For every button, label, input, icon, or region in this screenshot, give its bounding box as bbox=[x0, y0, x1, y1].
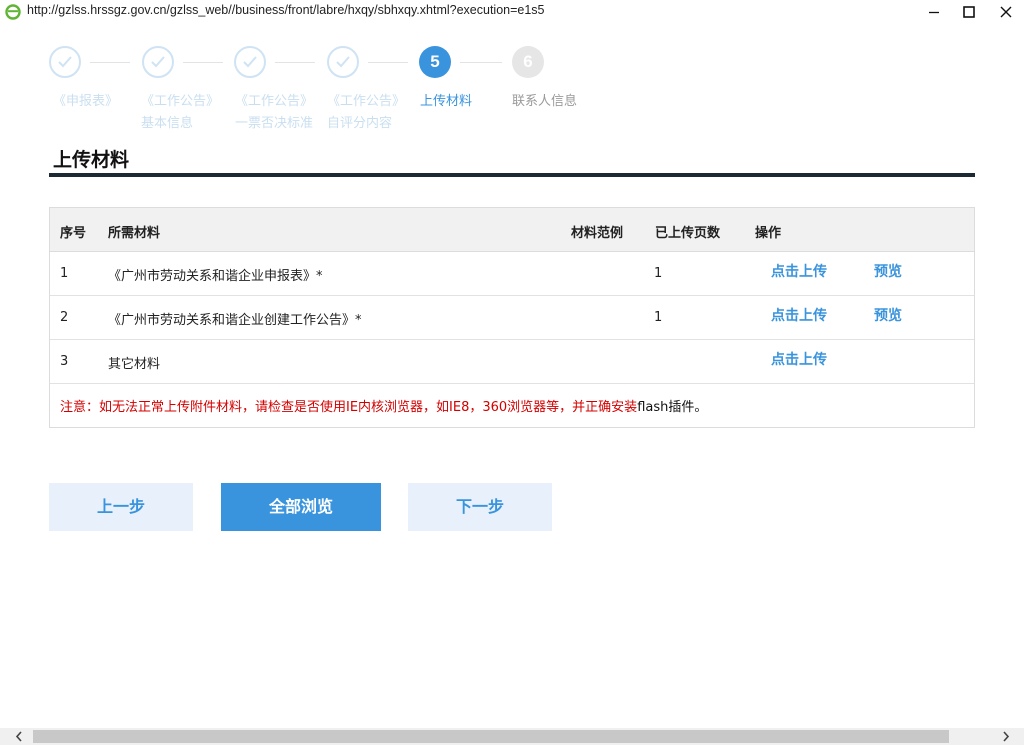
step-2-done bbox=[142, 46, 174, 78]
scroll-right-button[interactable] bbox=[997, 728, 1014, 745]
header-material: 所需材料 bbox=[108, 226, 161, 241]
check-icon bbox=[336, 56, 350, 68]
upload-link[interactable]: 点击上传 bbox=[771, 305, 827, 325]
chevron-left-icon bbox=[15, 731, 22, 742]
step-connector bbox=[183, 62, 223, 63]
close-button[interactable] bbox=[988, 0, 1024, 24]
step-5-active: 5 bbox=[419, 46, 451, 78]
step-6-pending: 6 bbox=[512, 46, 544, 78]
row-no: 1 bbox=[60, 266, 69, 281]
step-3-label: 《工作公告》 一票否决标准 bbox=[235, 94, 314, 131]
notice-text: 注意：如无法正常上传附件材料，请检查是否使用IE内核浏览器，如IE8，360浏览… bbox=[60, 400, 638, 415]
preview-link[interactable]: 预览 bbox=[874, 261, 902, 281]
section-title: 上传材料 bbox=[53, 149, 130, 171]
step-2-label: 《工作公告》 基本信息 bbox=[141, 94, 220, 131]
step-connector bbox=[368, 62, 408, 63]
table-header: 序号 所需材料 材料范例 已上传页数 操作 bbox=[50, 208, 974, 252]
step-connector bbox=[460, 62, 502, 63]
check-icon bbox=[151, 56, 165, 68]
maximize-button[interactable] bbox=[951, 0, 987, 24]
row-pages: 1 bbox=[654, 310, 663, 325]
upload-link[interactable]: 点击上传 bbox=[771, 349, 827, 369]
next-step-button[interactable]: 下一步 bbox=[408, 483, 552, 531]
scroll-left-button[interactable] bbox=[10, 728, 27, 745]
step-1-label: 《申报表》 bbox=[53, 94, 119, 109]
header-action: 操作 bbox=[755, 226, 782, 241]
step-3-done bbox=[234, 46, 266, 78]
row-pages: 1 bbox=[654, 266, 663, 281]
step-4-done bbox=[327, 46, 359, 78]
row-no: 3 bbox=[60, 354, 69, 369]
prev-step-button[interactable]: 上一步 bbox=[49, 483, 193, 531]
step-connector bbox=[275, 62, 315, 63]
table-row: 1 《广州市劳动关系和谐企业申报表》* 1 点击上传 预览 bbox=[50, 252, 974, 296]
horizontal-scrollbar[interactable] bbox=[0, 728, 1024, 745]
close-icon bbox=[1000, 6, 1012, 18]
materials-table: 序号 所需材料 材料范例 已上传页数 操作 1 《广州市劳动关系和谐企业申报表》… bbox=[49, 207, 975, 428]
step-5-label: 上传材料 bbox=[420, 94, 473, 109]
row-material: 《广州市劳动关系和谐企业创建工作公告》* bbox=[108, 313, 362, 328]
upload-notice: 注意：如无法正常上传附件材料，请检查是否使用IE内核浏览器，如IE8，360浏览… bbox=[60, 396, 707, 415]
browse-all-button[interactable]: 全部浏览 bbox=[221, 483, 381, 531]
table-row: 3 其它材料 点击上传 bbox=[50, 340, 974, 384]
notice-flash-text: flash插件。 bbox=[637, 400, 708, 415]
minimize-button[interactable] bbox=[916, 0, 952, 24]
step-1-done bbox=[49, 46, 81, 78]
upload-link[interactable]: 点击上传 bbox=[771, 261, 827, 281]
window-title-bar: http://gzlss.hrssgz.gov.cn/gzlss_web//bu… bbox=[0, 0, 1024, 24]
row-material: 其它材料 bbox=[108, 357, 161, 372]
check-icon bbox=[243, 56, 257, 68]
row-material: 《广州市劳动关系和谐企业申报表》* bbox=[108, 269, 323, 284]
section-divider bbox=[49, 173, 975, 177]
step-4-label: 《工作公告》 自评分内容 bbox=[327, 94, 406, 131]
header-pages: 已上传页数 bbox=[655, 226, 721, 241]
table-row: 2 《广州市劳动关系和谐企业创建工作公告》* 1 点击上传 预览 bbox=[50, 296, 974, 340]
scrollbar-thumb[interactable] bbox=[33, 730, 949, 743]
header-no: 序号 bbox=[60, 226, 87, 241]
preview-link[interactable]: 预览 bbox=[874, 305, 902, 325]
window-url: http://gzlss.hrssgz.gov.cn/gzlss_web//bu… bbox=[27, 3, 545, 17]
step-6-label: 联系人信息 bbox=[512, 94, 578, 109]
step-connector bbox=[90, 62, 130, 63]
chevron-right-icon bbox=[1003, 731, 1010, 742]
row-no: 2 bbox=[60, 310, 69, 325]
browser-logo-icon bbox=[5, 4, 21, 20]
maximize-icon bbox=[963, 6, 975, 18]
minimize-icon bbox=[929, 11, 939, 14]
header-example: 材料范例 bbox=[571, 226, 624, 241]
check-icon bbox=[58, 56, 72, 68]
